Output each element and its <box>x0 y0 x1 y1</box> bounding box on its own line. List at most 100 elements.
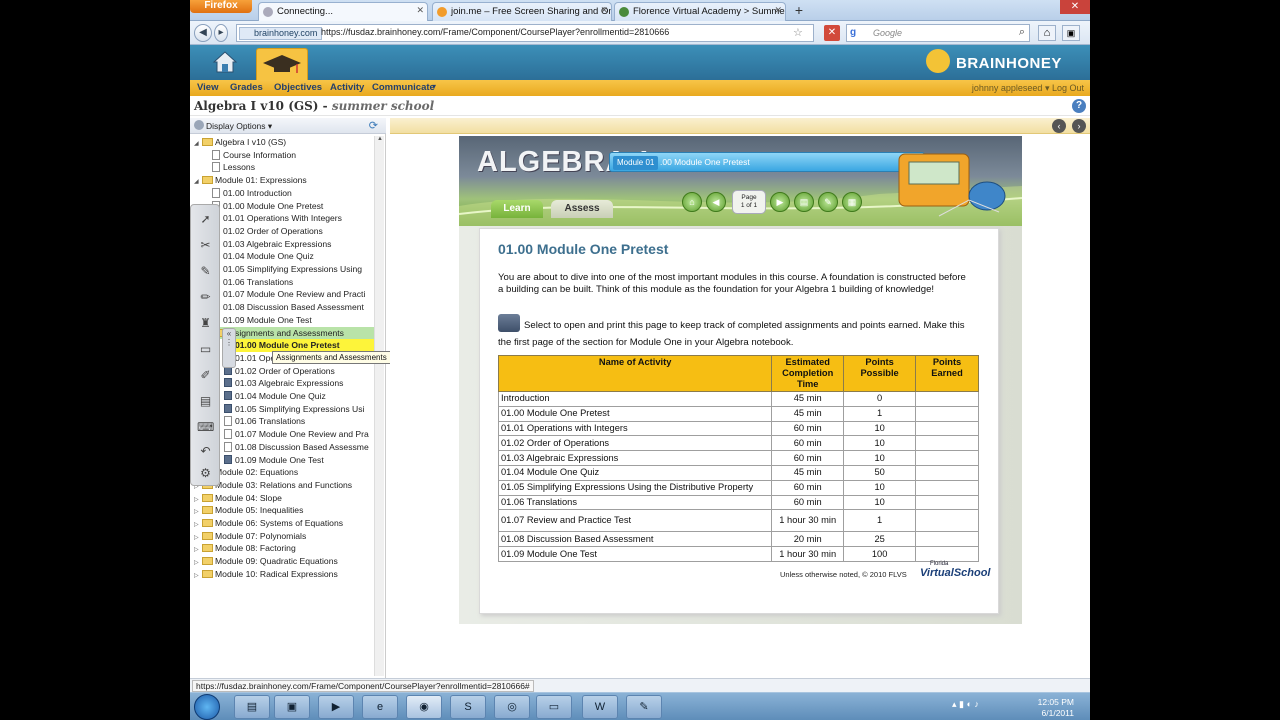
explorer-icon[interactable]: ▤ <box>234 695 270 719</box>
tree-item[interactable]: 01.07 Module One Review and Practi <box>212 288 374 301</box>
tree-item[interactable]: ▷ Module 06: Systems of Equations <box>194 517 374 530</box>
course-tab[interactable] <box>256 48 308 80</box>
refresh-icon[interactable]: ⟳ <box>369 119 378 132</box>
search-icon[interactable]: ⌕ <box>1019 26 1025 39</box>
tree-item[interactable]: 01.03 Algebraic Expressions <box>224 377 374 390</box>
tray-icons[interactable]: ▴ ▮ ◐ ♪ <box>952 699 979 710</box>
window-close-button[interactable]: ✕ <box>1060 0 1090 14</box>
eraser-icon[interactable]: ▭ <box>197 341 214 358</box>
tree-item[interactable]: 01.06 Translations <box>212 276 374 289</box>
expand-icon[interactable]: ▷ <box>194 506 202 517</box>
bookmarks-icon[interactable]: ▣ <box>1062 25 1080 41</box>
search-input[interactable]: g Google ⌕ <box>846 24 1030 42</box>
tree-item[interactable]: ▷ Module 05: Inequalities <box>194 504 374 517</box>
tree-item[interactable]: 01.03 Algebraic Expressions <box>212 238 374 251</box>
clock-date[interactable]: 6/1/2011 <box>1042 708 1074 718</box>
forward-icon[interactable]: ▸ <box>214 24 228 42</box>
tree-item[interactable]: 01.00 Module One Pretest <box>212 200 374 213</box>
expand-icon[interactable]: ▷ <box>194 544 202 555</box>
stamp-icon[interactable]: ♜ <box>197 315 214 332</box>
close-tab-icon[interactable]: ✕ <box>600 5 608 16</box>
tree-item[interactable]: 01.08 Discussion Based Assessme <box>224 441 374 454</box>
gallery-icon[interactable]: ▣ <box>274 695 310 719</box>
tree-item[interactable]: 01.02 Order of Operations <box>212 225 374 238</box>
tools-icon[interactable]: ✂ <box>197 237 214 254</box>
collapse-icon[interactable]: ◢ <box>194 176 202 187</box>
menu-activity[interactable]: Activity <box>330 82 364 93</box>
tree-item[interactable]: ▷ Module 09: Quadratic Equations <box>194 555 374 568</box>
pointer-icon[interactable]: ➚ <box>197 211 214 228</box>
url-text[interactable]: https://fusdaz.brainhoney.com/Frame/Comp… <box>321 27 669 37</box>
tree-item[interactable]: 01.04 Module One Quiz <box>212 250 374 263</box>
close-tab-icon[interactable]: ✕ <box>416 5 424 16</box>
tools-icon[interactable]: ✎ <box>818 192 838 212</box>
menu-grades[interactable]: Grades <box>230 82 263 93</box>
tree-item[interactable]: 01.01 Operations With Integers <box>212 212 374 225</box>
skype-icon[interactable]: S <box>450 695 486 719</box>
joinme-icon[interactable]: ▭ <box>536 695 572 719</box>
logout-link[interactable]: Log Out <box>1052 83 1084 93</box>
home-icon[interactable]: ⌂ <box>1038 25 1056 41</box>
browser-tab-joinme[interactable]: join.me – Free Screen Sharing and On... … <box>432 2 612 21</box>
expand-icon[interactable]: ▷ <box>194 532 202 543</box>
tree-item[interactable]: 01.04 Module One Quiz <box>224 390 374 403</box>
tree-item[interactable]: Lessons <box>212 161 374 174</box>
tree-item[interactable]: ▷ Module 08: Factoring <box>194 542 374 555</box>
next-page-icon[interactable]: ▶ <box>770 192 790 212</box>
tree-item[interactable]: ▷ Module 07: Polynomials <box>194 530 374 543</box>
paint-icon[interactable]: ✎ <box>626 695 662 719</box>
tree-item[interactable]: ▷Module 02: Equations <box>194 466 374 479</box>
marker-icon[interactable]: ✐ <box>197 367 214 384</box>
bookmark-star-icon[interactable]: ☆ <box>793 26 803 39</box>
home-icon[interactable] <box>212 50 238 74</box>
tab-assess[interactable]: Assess <box>551 200 613 218</box>
menu-objectives[interactable]: Objectives <box>274 82 322 93</box>
print-icon[interactable]: ▤ <box>794 192 814 212</box>
lesson-home-icon[interactable]: ⌂ <box>682 192 702 212</box>
settings-icon[interactable]: ⚙ <box>197 465 214 482</box>
tree-item[interactable]: 01.02 Order of Operations <box>224 365 374 378</box>
glossary-icon[interactable]: ▦ <box>842 192 862 212</box>
close-tab-icon[interactable]: ✕ <box>774 5 782 16</box>
tree-item[interactable]: 01.00 Introduction <box>212 187 374 200</box>
new-tab-button[interactable]: + <box>790 3 808 19</box>
expand-icon[interactable]: ▷ <box>194 494 202 505</box>
stop-icon[interactable]: ✕ <box>824 25 840 41</box>
tree-item[interactable]: ◢ Module 01: Expressions <box>194 174 374 187</box>
next-icon[interactable]: › <box>1072 119 1086 133</box>
clock-time[interactable]: 12:05 PM <box>1038 697 1074 707</box>
display-options-button[interactable]: Display Options ▾ <box>206 121 272 132</box>
word-icon[interactable]: W <box>582 695 618 719</box>
media-player-icon[interactable]: ▶ <box>318 695 354 719</box>
tree-item[interactable]: Assignments and Assessments <box>212 326 374 340</box>
toolbar-collapse-handle[interactable]: «⋮ <box>222 328 236 368</box>
firefox-menu-button[interactable]: Firefox <box>190 0 252 13</box>
undo-icon[interactable]: ↶ <box>197 443 214 460</box>
tree-item[interactable]: 01.07 Module One Review and Pra <box>224 428 374 441</box>
tree-item[interactable]: 01.05 Simplifying Expressions Usi <box>224 403 374 416</box>
tab-learn[interactable]: Learn <box>491 200 543 218</box>
previous-icon[interactable]: ‹ <box>1052 119 1066 133</box>
browser-tab-florence[interactable]: Florence Virtual Academy > Summer ... ✕ <box>614 2 786 21</box>
address-bar[interactable]: brainhoney.com https://fusdaz.brainhoney… <box>236 24 814 42</box>
highlighter-icon[interactable]: ✏ <box>197 289 214 306</box>
menu-view[interactable]: View <box>197 82 218 93</box>
keyboard-icon[interactable]: ⌨ <box>197 419 214 436</box>
firefox-icon[interactable]: ◉ <box>406 695 442 719</box>
site-identity-button[interactable]: brainhoney.com <box>239 27 323 40</box>
browser-tab-connecting[interactable]: Connecting... ✕ <box>258 2 428 21</box>
menu-communicate[interactable]: Communicate <box>372 82 435 93</box>
tree-item[interactable]: ▷ Module 04: Slope <box>194 492 374 505</box>
note-icon[interactable]: ▤ <box>197 393 214 410</box>
tree-item[interactable]: 01.09 Module One Test <box>212 314 374 327</box>
back-icon[interactable]: ◀ <box>194 24 212 42</box>
expand-icon[interactable]: ▷ <box>194 570 202 581</box>
tree-item[interactable]: ◢ Algebra I v10 (GS) <box>194 136 374 149</box>
webcam-icon[interactable]: ◎ <box>494 695 530 719</box>
tree-scrollbar[interactable]: ▲ <box>374 136 384 676</box>
previous-page-icon[interactable]: ◀ <box>706 192 726 212</box>
scroll-up-icon[interactable]: ▲ <box>376 136 384 144</box>
expand-icon[interactable]: ▷ <box>194 557 202 568</box>
tree-item[interactable]: 01.09 Module One Test <box>224 454 374 467</box>
tree-item[interactable]: ▷ Module 03: Relations and Functions <box>194 479 374 492</box>
